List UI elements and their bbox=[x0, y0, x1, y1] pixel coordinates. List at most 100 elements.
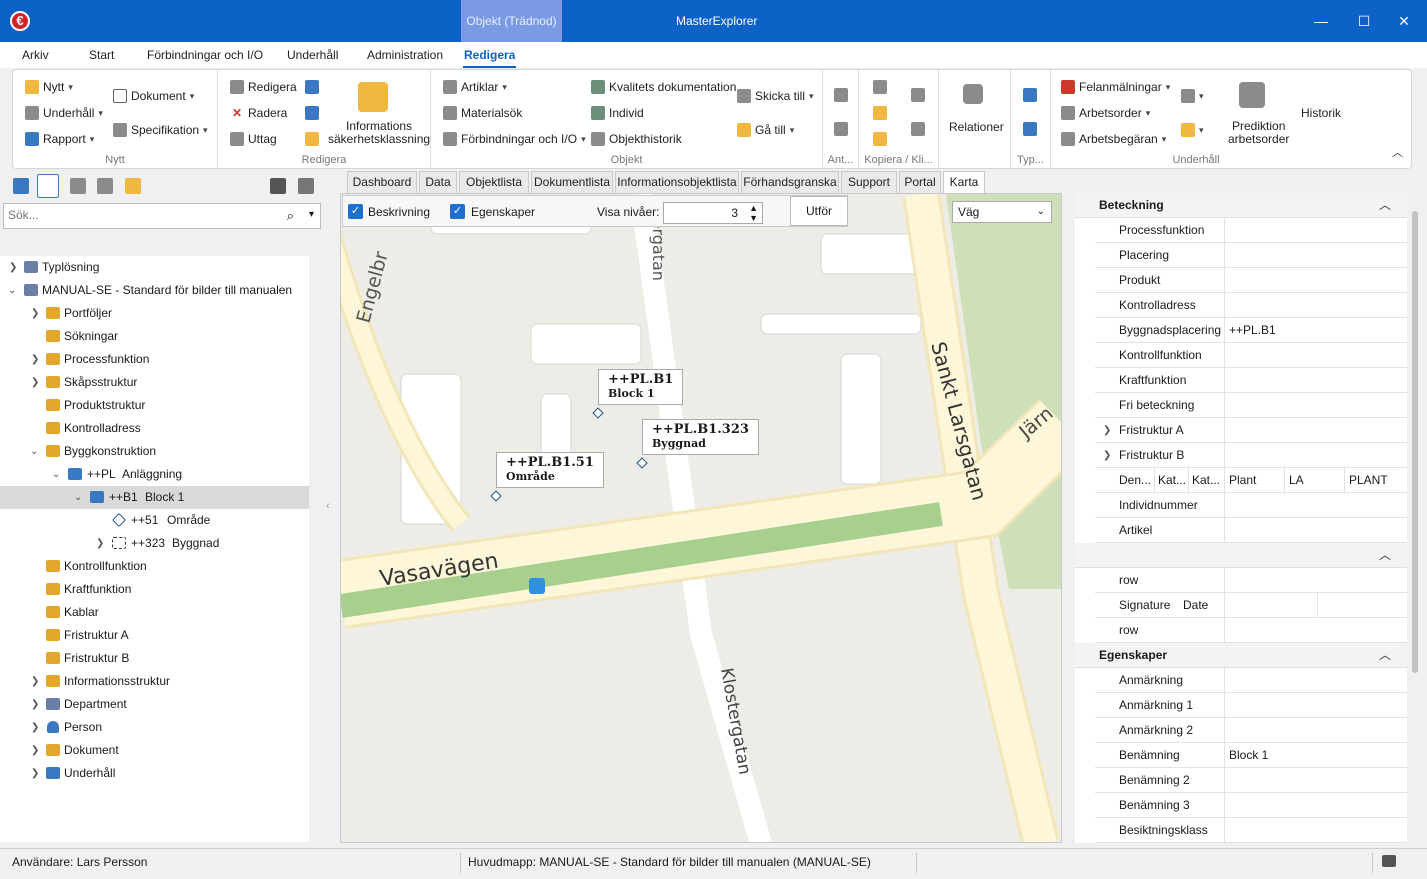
chevron-right-icon[interactable]: ❯ bbox=[31, 348, 39, 371]
tree-item[interactable]: ⌄ MANUAL-SE - Standard för bilder till ma… bbox=[0, 279, 309, 302]
felanmalningar-button[interactable]: Felanmälningar ▾ bbox=[1061, 80, 1170, 94]
underhall-button[interactable]: Underhåll ▾ bbox=[25, 106, 103, 120]
paste-icon[interactable] bbox=[911, 88, 925, 102]
search-doc-icon[interactable] bbox=[70, 178, 86, 194]
type-icon[interactable] bbox=[1023, 88, 1037, 102]
tree-item[interactable]: Fristruktur A bbox=[0, 624, 309, 647]
tree-item[interactable]: Kablar bbox=[0, 601, 309, 624]
nytt-button[interactable]: Nytt ▾ bbox=[25, 80, 73, 94]
tree-item[interactable]: Produktstruktur bbox=[0, 394, 309, 417]
forbindningar-button[interactable]: Förbindningar och I/O ▾ bbox=[443, 132, 586, 146]
property-value[interactable] bbox=[1224, 593, 1317, 617]
printer-icon[interactable] bbox=[1382, 855, 1396, 867]
chevron-up-icon[interactable]: ︿ bbox=[1379, 643, 1391, 668]
chevron-right-icon[interactable]: ❯ bbox=[31, 371, 39, 394]
paste-special-icon[interactable] bbox=[911, 122, 925, 136]
chevron-right-icon[interactable]: ❯ bbox=[31, 739, 39, 762]
maint-key-button[interactable]: ▾ bbox=[1181, 123, 1204, 137]
tree-item[interactable]: Kontrollfunktion bbox=[0, 555, 309, 578]
scrollbar-thumb[interactable] bbox=[1412, 211, 1418, 673]
tree-item[interactable]: ❯ Typlösning bbox=[0, 256, 309, 279]
tab-informationsobjektlista[interactable]: Informationsobjektlista bbox=[615, 171, 739, 193]
maint-tools-button[interactable]: ▾ bbox=[1181, 89, 1204, 103]
tree-item[interactable]: Kontrolladress bbox=[0, 417, 309, 440]
property-value[interactable] bbox=[1224, 368, 1407, 392]
search-input[interactable] bbox=[8, 208, 268, 222]
document-view-icon[interactable] bbox=[37, 174, 59, 198]
tree-item[interactable]: ++51 Område bbox=[0, 509, 309, 532]
hierarchy-icon[interactable] bbox=[97, 178, 113, 194]
menu-forbindningar[interactable]: Förbindningar och I/O bbox=[147, 48, 263, 62]
chevron-down-icon[interactable]: ⌄ bbox=[52, 463, 60, 486]
type-edit-icon[interactable] bbox=[1023, 122, 1037, 136]
section-egenskaper[interactable]: Egenskaper ︿ bbox=[1075, 643, 1407, 668]
tab-portal[interactable]: Portal bbox=[899, 171, 941, 193]
property-value[interactable] bbox=[1224, 493, 1407, 517]
property-value[interactable] bbox=[1224, 518, 1407, 542]
skicka-till-button[interactable]: Skicka till ▾ bbox=[737, 89, 814, 103]
property-value[interactable] bbox=[1224, 243, 1407, 267]
property-value[interactable] bbox=[1224, 418, 1407, 442]
map-marker-label-323[interactable]: ++PL.B1.323 Byggnad bbox=[642, 419, 759, 455]
chevron-right-icon[interactable]: ❯ bbox=[31, 302, 39, 325]
chevron-down-icon[interactable]: ▾ bbox=[309, 209, 314, 220]
chevron-up-icon[interactable]: ︿ bbox=[1379, 543, 1391, 568]
beskrivning-checkbox[interactable]: ✓ bbox=[348, 204, 363, 219]
splitter-handle[interactable]: ‹ bbox=[326, 500, 330, 512]
objekthistorik-button[interactable]: Objekthistorik bbox=[591, 132, 682, 146]
tree-item[interactable]: ❯ Underhåll bbox=[0, 762, 309, 785]
levels-stepper[interactable]: 3 ▲ ▼ bbox=[663, 202, 763, 224]
informationssakerhet-button[interactable]: Informations säkerhetsklassning bbox=[328, 120, 430, 146]
tree-item-selected[interactable]: ⌄ ++B1 Block 1 bbox=[0, 486, 309, 509]
panel-scrollbar[interactable] bbox=[1410, 193, 1422, 843]
folder-icon[interactable] bbox=[125, 178, 141, 194]
section-unnamed[interactable]: ︿ bbox=[1075, 543, 1407, 568]
chevron-right-icon[interactable]: ❯ bbox=[1103, 443, 1111, 468]
chevron-right-icon[interactable]: ❯ bbox=[31, 762, 39, 785]
app-logo-icon[interactable]: € bbox=[10, 11, 30, 31]
tree-item[interactable]: ❯ Informationsstruktur bbox=[0, 670, 309, 693]
chevron-up-icon[interactable]: ︿ bbox=[1379, 193, 1391, 218]
relationer-button[interactable]: Relationer bbox=[949, 120, 1004, 134]
arbetsorder-button[interactable]: Arbetsorder ▾ bbox=[1061, 106, 1150, 120]
map-marker-label-51[interactable]: ++PL.B1.51 Område bbox=[496, 452, 604, 488]
search-icon[interactable]: ⌕ bbox=[287, 208, 294, 224]
tree-item[interactable]: ⌄ ++PL Anläggning bbox=[0, 463, 309, 486]
tab-support[interactable]: Support bbox=[841, 171, 897, 193]
stepper-arrows-icon[interactable]: ▲ ▼ bbox=[749, 203, 758, 223]
specifikation-button[interactable]: Specifikation ▾ bbox=[113, 123, 208, 137]
menu-administration[interactable]: Administration bbox=[367, 48, 443, 62]
materialsok-button[interactable]: Materialsök bbox=[443, 106, 522, 120]
lock-icon[interactable] bbox=[305, 132, 319, 146]
tree-item[interactable]: ❯ Portföljer bbox=[0, 302, 309, 325]
property-value[interactable] bbox=[1224, 293, 1407, 317]
tab-objektlista[interactable]: Objektlista bbox=[459, 171, 529, 193]
chevron-right-icon[interactable]: ❯ bbox=[1103, 418, 1111, 443]
menu-arkiv[interactable]: Arkiv bbox=[22, 48, 49, 62]
chevron-right-icon[interactable]: ❯ bbox=[31, 716, 39, 739]
structure-cube-icon[interactable] bbox=[13, 178, 29, 194]
ga-till-button[interactable]: Gå till ▾ bbox=[737, 123, 794, 137]
map-canvas[interactable]: Engelbr stergatan Sankt Larsgatan Järn V… bbox=[341, 194, 1062, 843]
tab-data[interactable]: Data bbox=[419, 171, 457, 193]
chevron-right-icon[interactable]: ❯ bbox=[31, 670, 39, 693]
chevron-down-icon[interactable]: ⌄ bbox=[8, 279, 16, 302]
property-value[interactable]: Block 1 bbox=[1224, 743, 1407, 767]
rapport-button[interactable]: Rapport ▾ bbox=[25, 132, 94, 146]
dokument-button[interactable]: Dokument ▾ bbox=[113, 89, 194, 103]
egenskaper-checkbox[interactable]: ✓ bbox=[450, 204, 465, 219]
menu-start[interactable]: Start bbox=[89, 48, 114, 62]
tree-item[interactable]: ❯ Department bbox=[0, 693, 309, 716]
tree-item[interactable]: ❯ Person bbox=[0, 716, 309, 739]
property-value[interactable]: ++PL.B1 bbox=[1224, 318, 1407, 342]
section-beteckning[interactable]: Beteckning ︿ bbox=[1075, 193, 1407, 218]
folder-copy-icon[interactable] bbox=[873, 132, 887, 146]
property-value[interactable] bbox=[1224, 268, 1407, 292]
property-value[interactable] bbox=[1224, 818, 1407, 842]
map-layer-select[interactable]: Väg ⌄ bbox=[952, 201, 1052, 223]
redigera-button[interactable]: Redigera bbox=[230, 80, 297, 94]
chevron-right-icon[interactable]: ❯ bbox=[31, 693, 39, 716]
minimize-icon[interactable]: — bbox=[1298, 0, 1344, 42]
menu-redigera[interactable]: Redigera bbox=[464, 48, 515, 62]
property-value[interactable] bbox=[1224, 668, 1407, 692]
